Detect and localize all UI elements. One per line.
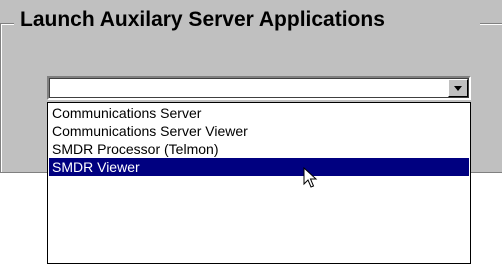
groupbox-border-right-segment-highlight — [480, 24, 502, 25]
dropdown-button[interactable] — [448, 79, 468, 97]
chevron-down-icon — [454, 86, 462, 91]
group-title: Launch Auxilary Server Applications — [18, 7, 387, 33]
application-select[interactable] — [47, 76, 471, 100]
mouse-pointer-icon — [303, 167, 318, 188]
groupbox-border-left-highlight — [1, 24, 2, 172]
dropdown-option-communications-server-viewer[interactable]: Communications Server Viewer — [49, 122, 469, 140]
groupbox-border-left-segment-highlight — [0, 24, 14, 25]
dropdown-option-smdr-processor[interactable]: SMDR Processor (Telmon) — [49, 140, 469, 158]
dropdown-option-communications-server[interactable]: Communications Server — [49, 104, 469, 122]
application-dropdown-list[interactable]: Communications Server Communications Ser… — [47, 102, 471, 264]
dropdown-option-smdr-viewer[interactable]: SMDR Viewer — [49, 158, 469, 176]
